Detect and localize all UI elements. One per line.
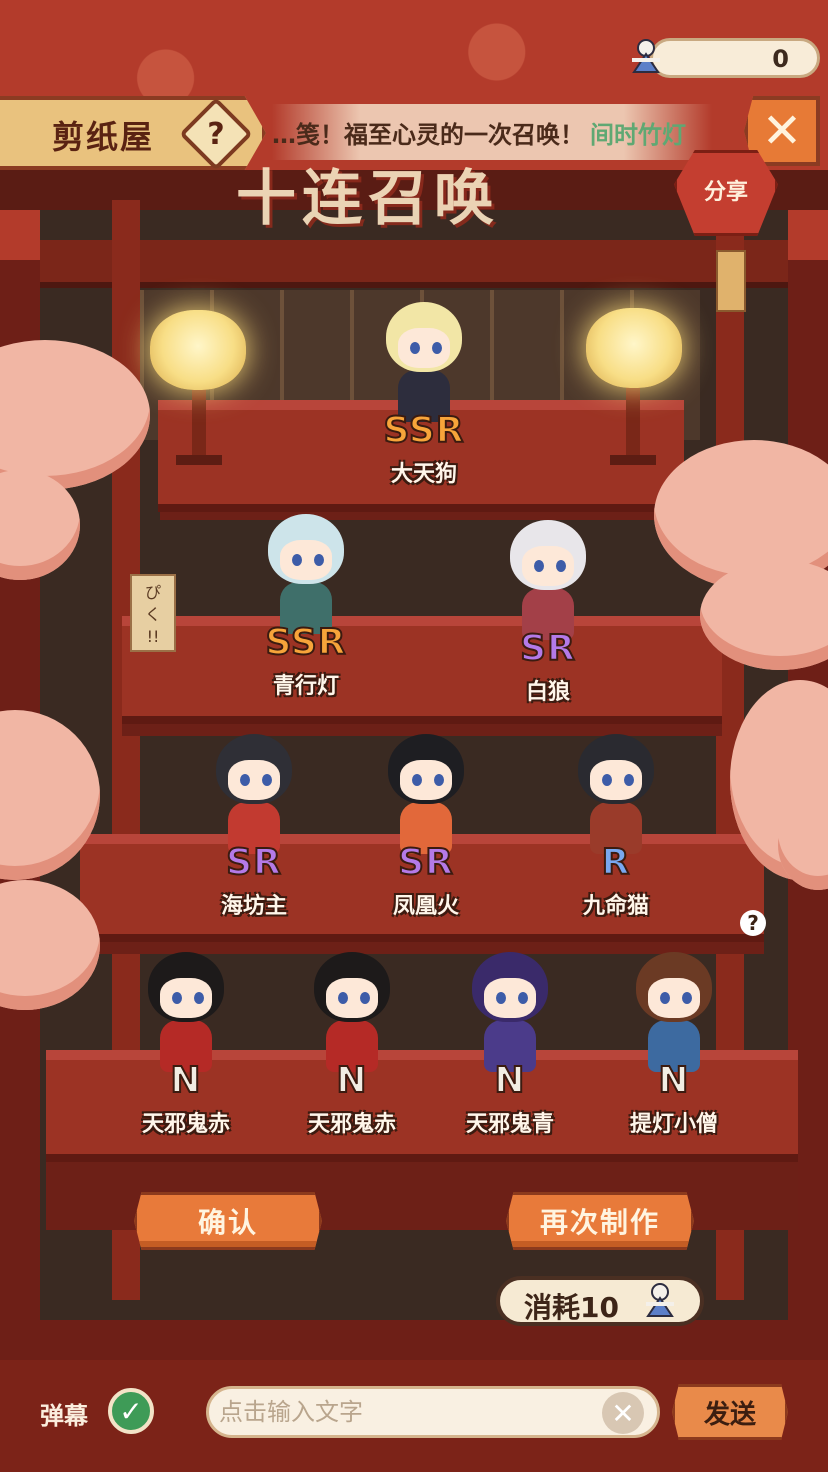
rarity-badge: N [493,1059,526,1102]
summon-title: 十连召唤 [236,164,500,234]
shikigami-figure [302,942,402,1072]
cost-label: 消耗10 [524,1291,619,1324]
shikigami-card[interactable]: N 天邪鬼赤 [116,942,256,1152]
send-button[interactable]: 发送 [672,1384,788,1440]
question-icon: ? [207,116,225,152]
shikigami-figure [376,724,476,854]
rarity-badge: SR [397,841,454,884]
rarity-help-icon[interactable]: ? [740,910,766,936]
shikigami-figure [256,504,356,634]
banner-message: …笺！福至心灵的一次召唤！ [272,120,584,149]
shikigami-name: 九命猫 [582,894,649,919]
shikigami-card[interactable]: SSR 大天狗 [354,292,494,502]
clear-input-button[interactable]: ✕ [602,1392,644,1434]
shikigami-figure [374,292,474,422]
rarity-badge: N [657,1059,690,1102]
shikigami-card[interactable]: N 天邪鬼赤 [282,942,422,1152]
confirm-button[interactable]: 确认 [134,1192,322,1250]
announcement-banner: …笺！福至心灵的一次召唤！ 间时竹灯 [272,104,712,160]
paper-doll-icon [632,39,660,73]
rarity-badge: SR [519,627,576,670]
share-tassel [716,250,746,312]
danmu-toggle[interactable]: ✓ [108,1388,154,1434]
shikigami-figure [624,942,724,1072]
wooden-sign: ぴ く !! [130,574,176,652]
lantern-post-left [192,385,206,455]
shikigami-name: 凤凰火 [392,894,459,919]
page-title: 剪纸屋 [52,118,155,156]
paper-doll-counter: 0 [650,38,820,78]
shikigami-card[interactable]: SR 海坊主 [184,724,324,934]
banner-player-name: 间时竹灯 [590,120,686,149]
shikigami-card[interactable]: N 天邪鬼青 [440,942,580,1152]
lantern-post-right [626,385,640,455]
shikigami-name: 天邪鬼赤 [141,1112,230,1137]
summon-again-button[interactable]: 再次制作 [506,1192,694,1250]
shikigami-card[interactable]: R 九命猫 [546,724,686,934]
shikigami-name: 青行灯 [272,674,339,699]
step-2 [122,616,722,716]
lantern-base-right [610,455,656,465]
shikigami-name: 海坊主 [220,894,287,919]
lantern-left [150,310,246,390]
paper-doll-count: 0 [772,45,789,73]
shikigami-name: 大天狗 [390,462,457,487]
danmu-label: 弹幕 [40,1402,88,1430]
shikigami-figure [136,942,236,1072]
shikigami-figure [204,724,304,854]
rarity-badge: SSR [383,409,465,452]
shikigami-card[interactable]: SR 凤凰火 [356,724,496,934]
rarity-badge: SR [225,841,282,884]
shikigami-card[interactable]: N 提灯小僧 [604,942,744,1152]
close-icon: ✕ [611,1396,635,1430]
paper-doll-icon [646,1283,674,1317]
shikigami-card[interactable]: SSR 青行灯 [236,504,376,714]
chat-input[interactable] [219,1395,599,1429]
shikigami-name: 提灯小僧 [629,1112,718,1137]
rarity-badge: R [601,841,631,884]
rarity-badge: N [335,1059,368,1102]
rarity-badge: N [169,1059,202,1102]
chat-input-wrapper [206,1386,660,1438]
shikigami-figure [566,724,666,854]
share-label: 分享 [704,180,749,205]
shikigami-name: 天邪鬼赤 [307,1112,396,1137]
close-icon: ✕ [761,103,803,159]
lantern-right [586,308,682,388]
summon-result-screen: ぴ く !! SSR 大天狗 SSR 青行灯 SR 白狼 SR 海坊主 SR 凤凰火 R 九命猫 N 天邪… [0,0,828,1472]
shikigami-name: 白狼 [525,680,570,705]
rarity-badge: SSR [265,621,347,664]
background-beam-lower [40,240,788,288]
shikigami-figure [498,510,598,640]
lantern-base-left [176,455,222,465]
shikigami-name: 天邪鬼青 [465,1112,554,1137]
shikigami-figure [460,942,560,1072]
check-icon: ✓ [119,1394,143,1428]
shikigami-card[interactable]: SR 白狼 [478,510,618,720]
